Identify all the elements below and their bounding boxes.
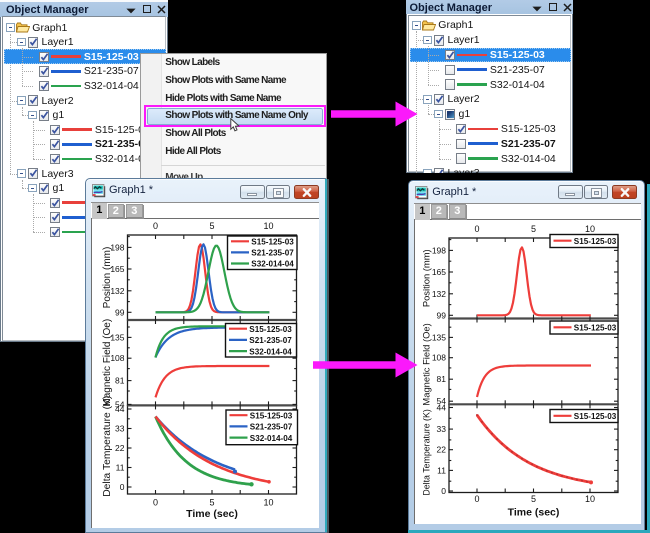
svg-text:5: 5 [531,494,536,504]
svg-text:33: 33 [437,424,447,434]
svg-text:0: 0 [120,482,125,492]
svg-text:44: 44 [115,404,125,414]
svg-text:S32-014-04: S32-014-04 [251,259,294,269]
svg-text:0: 0 [153,221,158,231]
svg-text:10: 10 [263,221,273,231]
svg-text:S15-125-03: S15-125-03 [250,410,293,420]
svg-text:S15-125-03: S15-125-03 [574,323,617,333]
svg-text:81: 81 [115,376,125,386]
svg-text:5: 5 [209,498,214,508]
svg-text:5: 5 [209,221,214,231]
svg-text:S15-125-03: S15-125-03 [249,324,292,334]
svg-text:99: 99 [437,310,447,320]
svg-text:10: 10 [585,494,595,504]
svg-text:33: 33 [115,424,125,434]
svg-text:S15-125-03: S15-125-03 [574,236,617,246]
svg-text:11: 11 [437,465,446,475]
svg-text:165: 165 [432,267,446,277]
svg-text:S15-125-03: S15-125-03 [251,237,294,247]
svg-text:S21-235-07: S21-235-07 [250,422,293,432]
svg-text:S32-014-04: S32-014-04 [250,433,293,443]
svg-text:10: 10 [585,224,595,234]
svg-text:44: 44 [437,403,447,413]
svg-text:S32-014-04: S32-014-04 [249,346,292,356]
svg-text:132: 132 [432,289,446,299]
svg-text:11: 11 [116,463,125,473]
svg-text:S15-125-03: S15-125-03 [574,411,617,421]
svg-text:0: 0 [441,486,446,496]
svg-text:Time (sec): Time (sec) [508,507,560,519]
svg-text:S21-235-07: S21-235-07 [251,248,294,258]
svg-text:S21-235-07: S21-235-07 [249,335,292,345]
svg-text:5: 5 [531,224,536,234]
svg-text:10: 10 [263,498,273,508]
svg-text:Delta Temperature (K): Delta Temperature (K) [422,409,432,495]
svg-text:Magnetic Field (Oe): Magnetic Field (Oe) [421,323,432,405]
svg-text:Position (mm): Position (mm) [102,247,113,309]
svg-text:81: 81 [437,374,447,384]
svg-text:22: 22 [437,445,447,455]
svg-text:Position (mm): Position (mm) [421,249,432,307]
svg-text:0: 0 [474,494,479,504]
svg-text:99: 99 [115,307,125,317]
svg-text:Time (sec): Time (sec) [186,508,238,520]
svg-text:Delta Temperature (K): Delta Temperature (K) [102,396,113,497]
svg-text:Magnetic Field (Oe): Magnetic Field (Oe) [102,319,113,407]
svg-text:198: 198 [432,245,446,255]
svg-text:135: 135 [432,332,446,342]
svg-text:0: 0 [153,498,158,508]
svg-text:22: 22 [115,443,125,453]
svg-text:0: 0 [474,224,479,234]
svg-text:108: 108 [432,353,446,363]
